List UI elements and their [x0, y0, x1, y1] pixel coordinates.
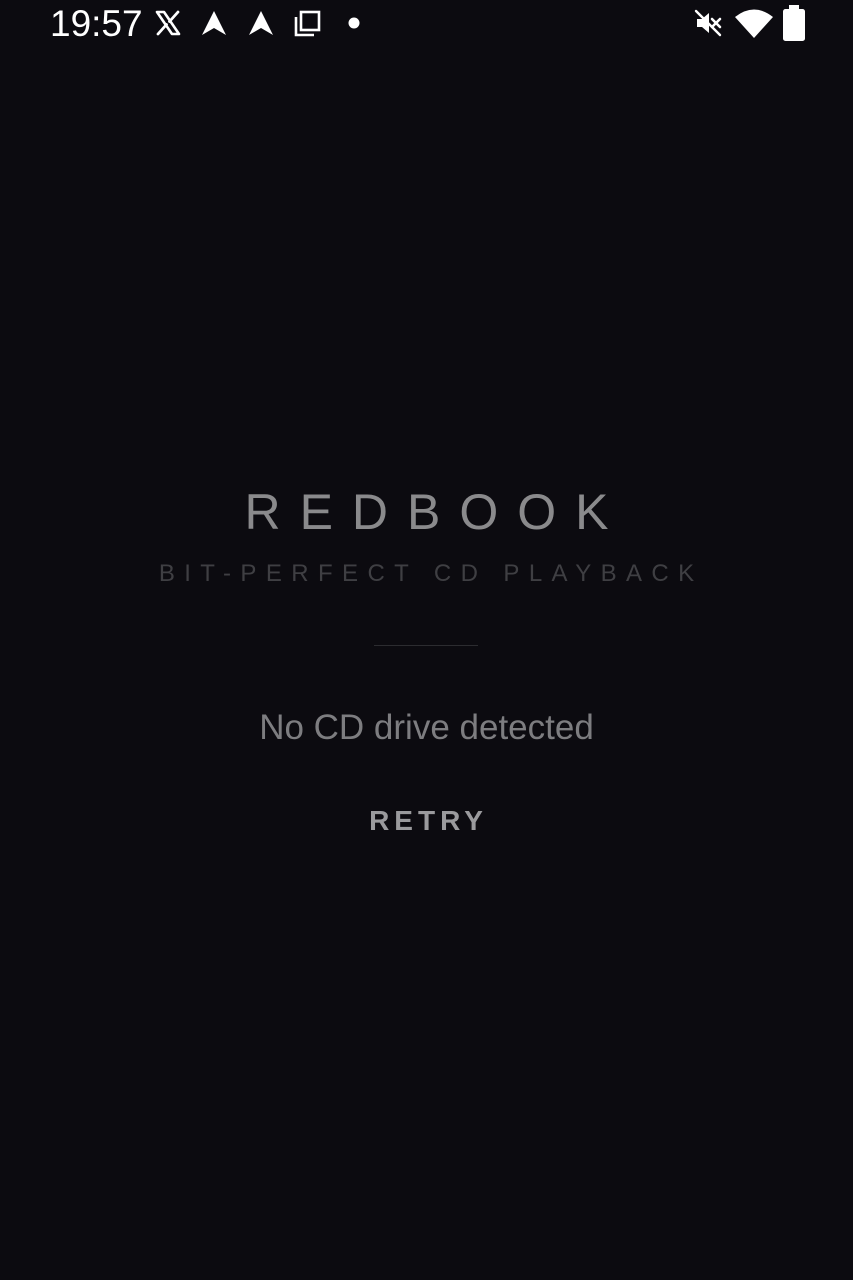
battery-icon [780, 4, 808, 42]
app-title: REDBOOK [244, 484, 628, 540]
status-time: 19:57 [50, 3, 143, 44]
status-bar: 19:57 [0, 0, 853, 48]
muted-icon [693, 8, 723, 38]
x-logo-icon [153, 8, 183, 38]
app-subtitle: BIT-PERFECT CD PLAYBACK [158, 560, 704, 587]
send-icon [246, 8, 276, 38]
send-icon [199, 8, 229, 38]
divider [374, 645, 478, 646]
status-message: No CD drive detected [259, 708, 594, 747]
retry-button[interactable]: RETRY [346, 796, 506, 846]
wifi-icon [734, 8, 774, 38]
copy-icon [292, 8, 322, 38]
dot-icon [339, 8, 369, 38]
